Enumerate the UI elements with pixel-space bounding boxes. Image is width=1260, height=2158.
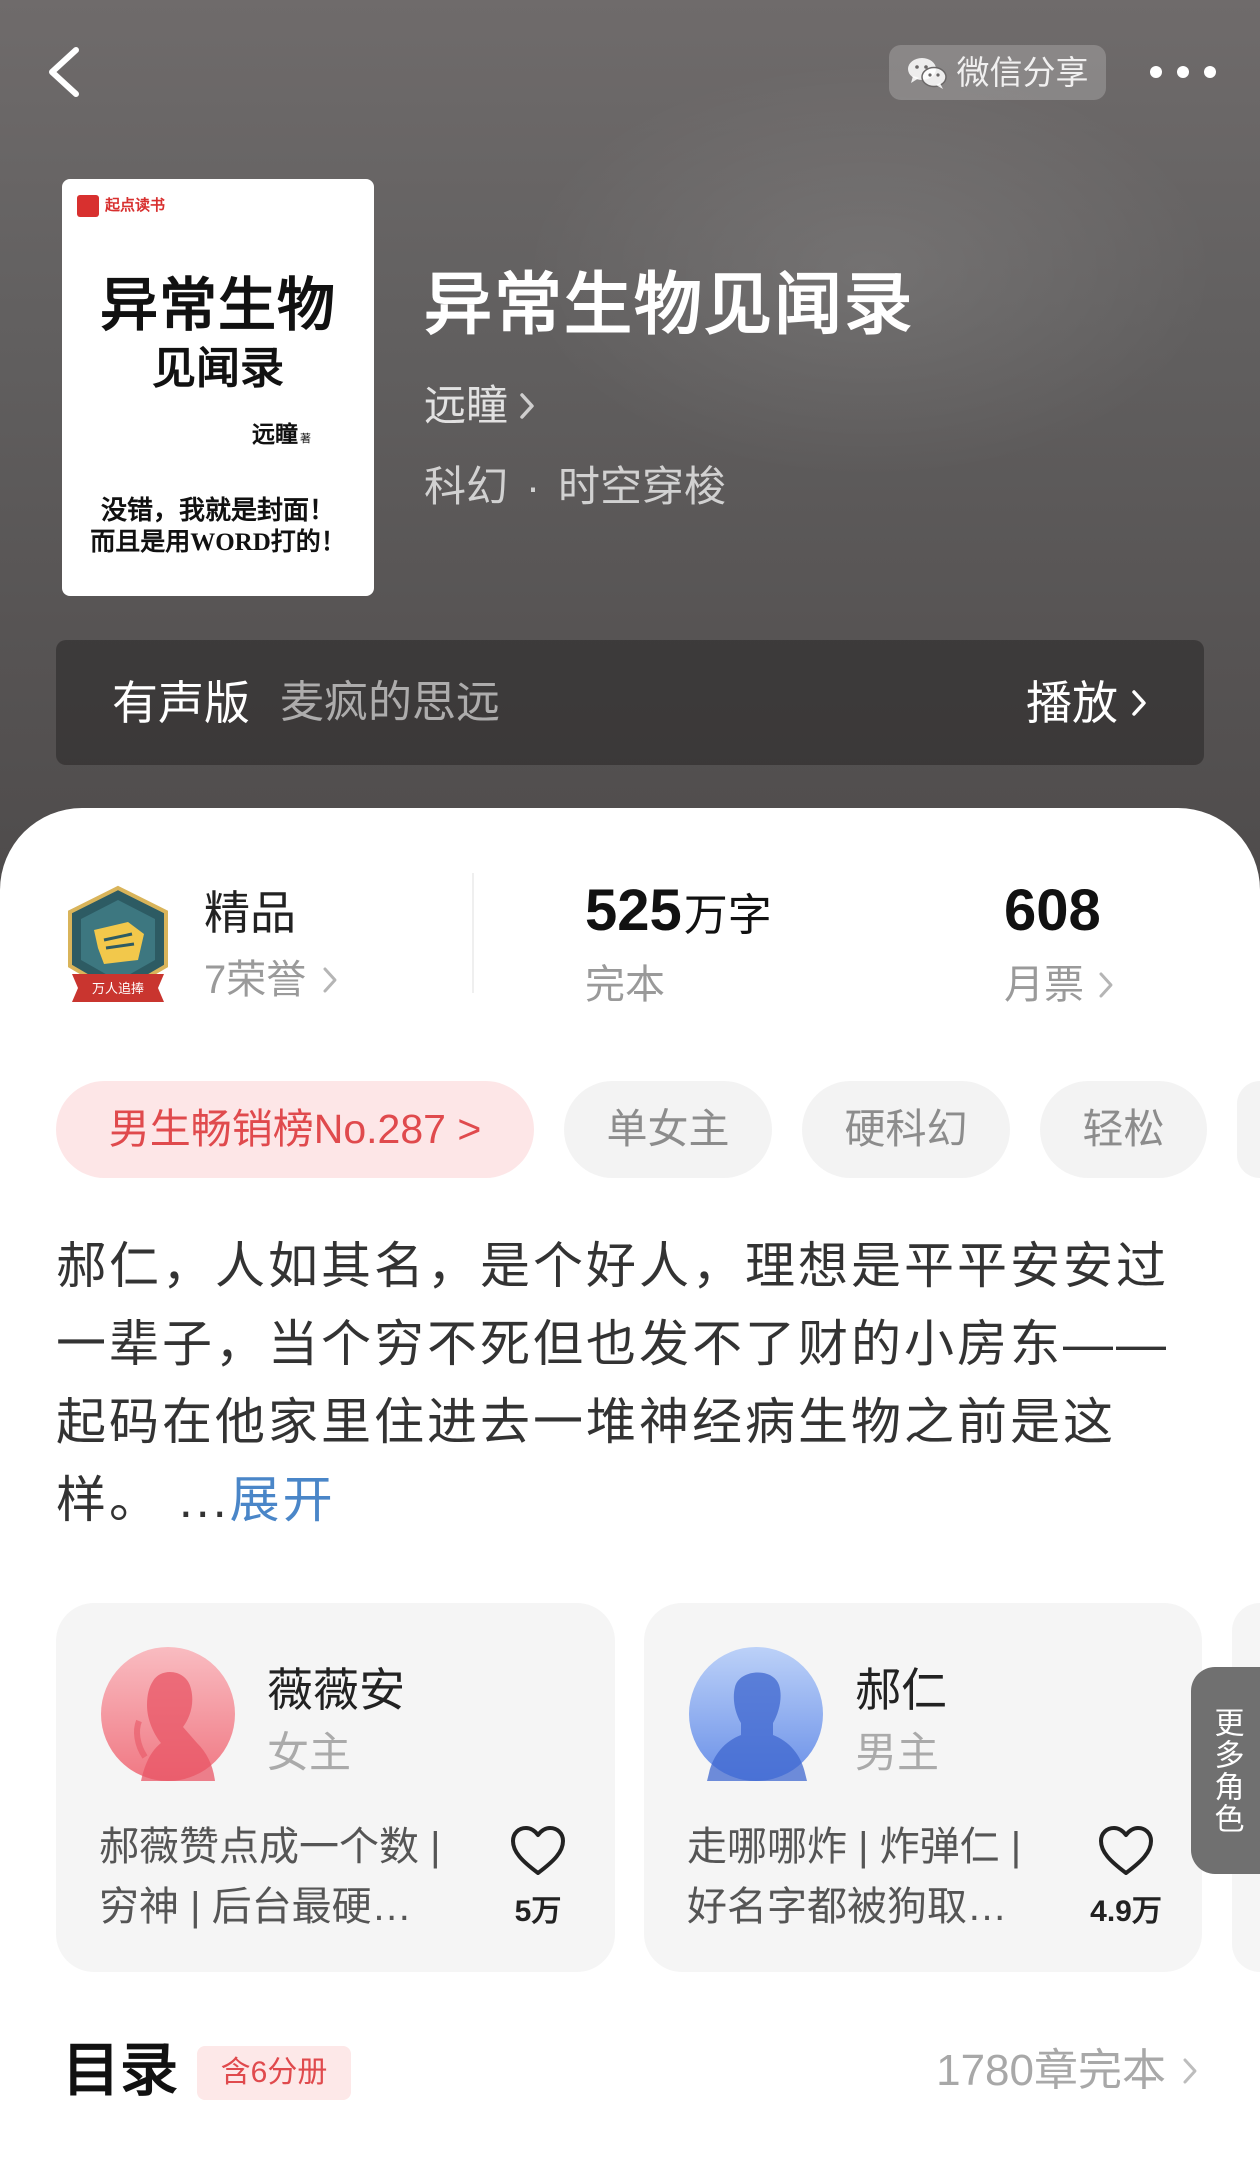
- character-card[interactable]: 薇薇安 女主 郝薇赞点成一个数 | 穷神 | 后台最硬… 5万: [56, 1603, 615, 1972]
- chapter-count: 1780章完本: [936, 2046, 1166, 2095]
- chevron-right-icon: [1183, 2058, 1197, 2084]
- character-name: 薇薇安: [267, 1664, 405, 1716]
- chevron-left-icon: [49, 47, 79, 97]
- book-title: 异常生物见闻录: [424, 267, 915, 343]
- tag-chip[interactable]: 轻松: [1040, 1081, 1207, 1178]
- character-card[interactable]: 郝仁 男主 走哪哪炸 | 炸弹仁 | 好名字都被狗取… 4.9万: [644, 1603, 1202, 1972]
- cover-slogan-line1: 没错，我就是封面！: [100, 496, 335, 525]
- audio-label: 有声版: [112, 676, 250, 729]
- description-line: 起码在他家里住进去一堆神经病生物之前是这: [56, 1394, 1116, 1450]
- honor-count-link[interactable]: 7荣誉: [204, 954, 338, 1006]
- character-desc-line2: 好名字都被狗取…: [687, 1885, 1007, 1929]
- chevron-right-icon: [323, 967, 337, 993]
- honor-label: 精品: [204, 887, 296, 939]
- audio-play-button[interactable]: 播放: [1026, 673, 1148, 733]
- tag-chip[interactable]: 单女主: [564, 1081, 772, 1178]
- chevron-right-icon: [1132, 689, 1146, 716]
- expand-link[interactable]: 展开: [230, 1472, 336, 1528]
- cover-logo-icon: [77, 195, 99, 217]
- heart-icon[interactable]: [510, 1825, 566, 1877]
- description-line: 郝仁，人如其名，是个好人，理想是平平安安过: [56, 1238, 1169, 1294]
- catalog-link[interactable]: 1780章完本: [936, 2035, 1198, 2107]
- word-count-value: 525: [585, 878, 682, 943]
- cover-author-name: 远瞳: [252, 422, 298, 447]
- cover-author-suffix: 著: [300, 433, 311, 445]
- character-avatar: [101, 1647, 235, 1781]
- cover-brand: 起点读书: [105, 197, 166, 214]
- monthly-tickets: 608: [1004, 880, 1101, 942]
- author-link[interactable]: 远瞳: [424, 380, 536, 432]
- stats-divider: [472, 873, 474, 993]
- wechat-icon: [907, 57, 947, 89]
- character-name: 郝仁: [855, 1664, 947, 1716]
- cover-author: 远瞳著: [252, 420, 311, 454]
- more-roles-label: 更多角色: [1209, 1706, 1243, 1835]
- volumes-badge: 含6分册: [197, 2046, 351, 2100]
- cover-title-line1: 异常生物: [99, 273, 336, 338]
- subgenre-label: 时空穿梭: [558, 463, 727, 510]
- audio-version-bar[interactable]: 有声版 麦疯的思远 播放: [56, 640, 1204, 765]
- word-count: 525万字: [585, 880, 772, 947]
- heart-icon[interactable]: [1098, 1825, 1154, 1877]
- ranking-tag[interactable]: 男生畅销榜No.287 >: [56, 1081, 534, 1178]
- honor-badge-icon[interactable]: 万人追捧: [58, 884, 178, 1008]
- character-desc-line1: 走哪哪炸 | 炸弹仁 |: [687, 1825, 1022, 1869]
- chevron-right-icon: [1099, 972, 1113, 998]
- play-label: 播放: [1026, 676, 1118, 729]
- tag-chip-peek[interactable]: [1237, 1081, 1260, 1178]
- genre-label: 科幻: [424, 463, 509, 510]
- catalog-title: 目录: [62, 2038, 179, 2103]
- completion-status: 完本: [585, 963, 665, 1007]
- honor-count: 7荣誉: [204, 958, 307, 1002]
- monthly-tickets-link[interactable]: 月票: [1004, 959, 1114, 1011]
- more-roles-tab[interactable]: 更多角色: [1191, 1667, 1260, 1874]
- character-role: 男主: [855, 1729, 940, 1776]
- category-separator: ·: [526, 463, 541, 510]
- more-dots-icon: [1150, 66, 1216, 78]
- author-name: 远瞳: [424, 382, 509, 429]
- character-desc-line2: 穷神 | 后台最硬…: [99, 1885, 412, 1929]
- cover-title-line2: 见闻录: [152, 344, 284, 393]
- share-label: 微信分享: [956, 54, 1089, 91]
- character-desc-line1: 郝薇赞点成一个数 |: [99, 1825, 441, 1869]
- likes-count: 5万: [514, 1895, 562, 1928]
- more-button[interactable]: [1146, 62, 1220, 82]
- book-detail-page: 微信分享 起点读书 异常生物 见闻录 远瞳著 没错，我就是封面！ 而且是用WOR…: [0, 0, 1260, 2158]
- description-ellipsis: ...: [178, 1472, 230, 1528]
- character-avatar: [689, 1647, 823, 1781]
- audio-narrator: 麦疯的思远: [280, 677, 500, 727]
- book-cover[interactable]: 起点读书 异常生物 见闻录 远瞳著 没错，我就是封面！ 而且是用WORD打的！: [62, 179, 374, 596]
- word-count-unit: 万字: [683, 891, 772, 940]
- description-last-line: 样。 ...展开: [56, 1461, 1236, 1539]
- cover-slogan-line2: 而且是用WORD打的！: [90, 529, 346, 556]
- tag-chip[interactable]: 硬科幻: [802, 1081, 1010, 1178]
- book-description[interactable]: 郝仁，人如其名，是个好人，理想是平平安安过 一辈子，当个穷不死但也发不了财的小房…: [56, 1227, 1236, 1539]
- monthly-tickets-value: 608: [1004, 878, 1101, 943]
- likes-count: 4.9万: [1090, 1895, 1162, 1928]
- shield-badge-icon: 万人追捧: [68, 885, 168, 1002]
- description-line: 一辈子，当个穷不死但也发不了财的小房东——: [56, 1316, 1169, 1372]
- book-category: 科幻 · 时空穿梭: [424, 461, 726, 513]
- back-button[interactable]: [36, 42, 96, 102]
- character-role: 女主: [267, 1729, 352, 1776]
- chevron-right-icon: [520, 393, 534, 419]
- monthly-tickets-label: 月票: [1004, 963, 1084, 1007]
- badge-text: 万人追捧: [92, 981, 144, 996]
- wechat-share-button[interactable]: 微信分享: [889, 45, 1106, 100]
- description-line: 样。: [56, 1472, 162, 1528]
